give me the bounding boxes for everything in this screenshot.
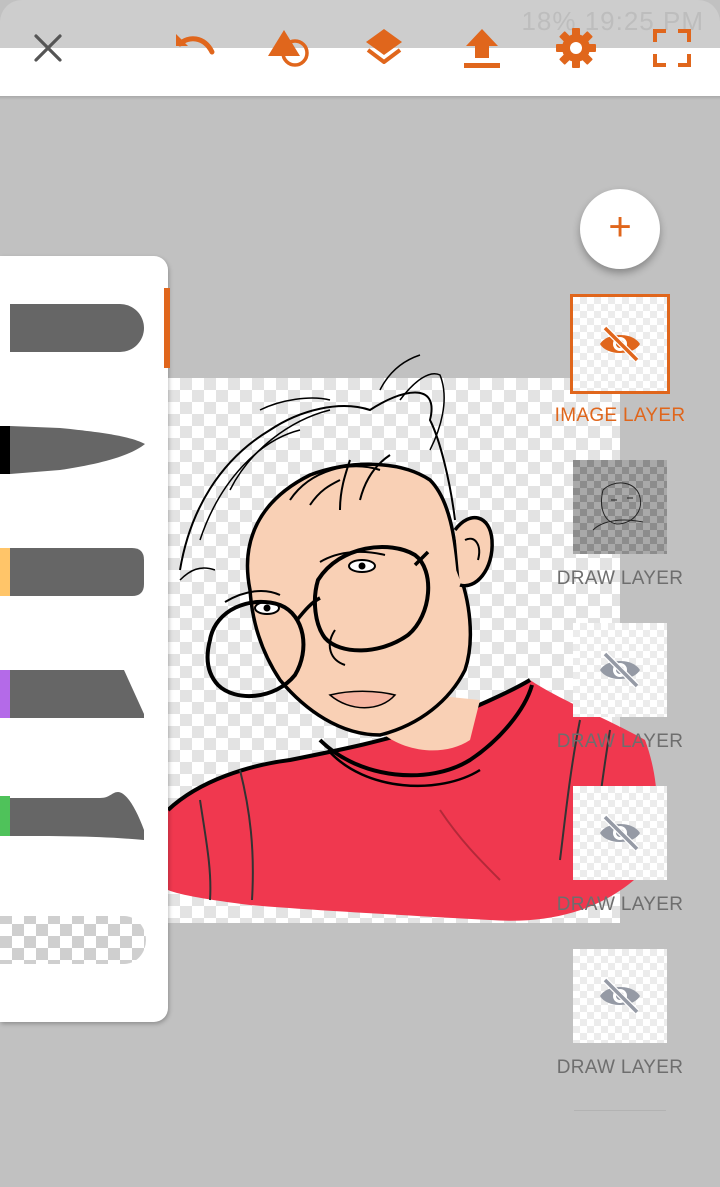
upload-icon (464, 29, 500, 68)
ink-pen-brush[interactable] (0, 422, 160, 478)
brush-panel (0, 256, 170, 1022)
eye-off-icon (600, 977, 640, 1015)
layer-label: DRAW LAYER (556, 894, 684, 915)
layers-button[interactable] (358, 22, 410, 74)
layer-thumb-draw[interactable] (573, 460, 667, 554)
marker-brush[interactable] (0, 544, 160, 600)
layer-thumb-draw[interactable] (573, 623, 667, 717)
round-brush[interactable] (0, 300, 160, 356)
add-icon: + (608, 205, 632, 249)
chisel-brush[interactable] (0, 666, 160, 722)
layer-list-divider (574, 1110, 666, 1111)
close-button[interactable] (22, 22, 74, 74)
settings-button[interactable] (550, 22, 602, 74)
undo-button[interactable] (166, 22, 218, 74)
export-button[interactable] (456, 22, 508, 74)
shape-tool-button[interactable] (264, 22, 316, 74)
layer-thumb-image[interactable] (570, 294, 670, 394)
eraser-brush[interactable] (0, 912, 160, 968)
add-layer-button[interactable]: + (580, 189, 660, 269)
layer-label: DRAW LAYER (556, 568, 684, 589)
eye-off-icon (600, 651, 640, 689)
layers-icon (366, 29, 402, 64)
calligraphy-brush[interactable] (0, 788, 160, 844)
shape-tool-icon (268, 30, 309, 67)
eye-off-icon (600, 814, 640, 852)
settings-icon (556, 28, 596, 68)
toolbar-shadow (0, 96, 720, 100)
layer-label: DRAW LAYER (556, 731, 684, 752)
fullscreen-button[interactable] (646, 22, 698, 74)
active-brush-indicator (164, 288, 170, 368)
undo-icon (176, 34, 215, 55)
layer-label: IMAGE LAYER (554, 405, 686, 426)
close-icon (34, 34, 62, 62)
layer-thumb-draw[interactable] (573, 786, 667, 880)
layer-thumb-draw[interactable] (573, 949, 667, 1043)
fullscreen-icon (653, 29, 691, 67)
layer-label: DRAW LAYER (556, 1057, 684, 1078)
eye-off-icon (600, 325, 640, 363)
sketch-preview (592, 482, 644, 531)
